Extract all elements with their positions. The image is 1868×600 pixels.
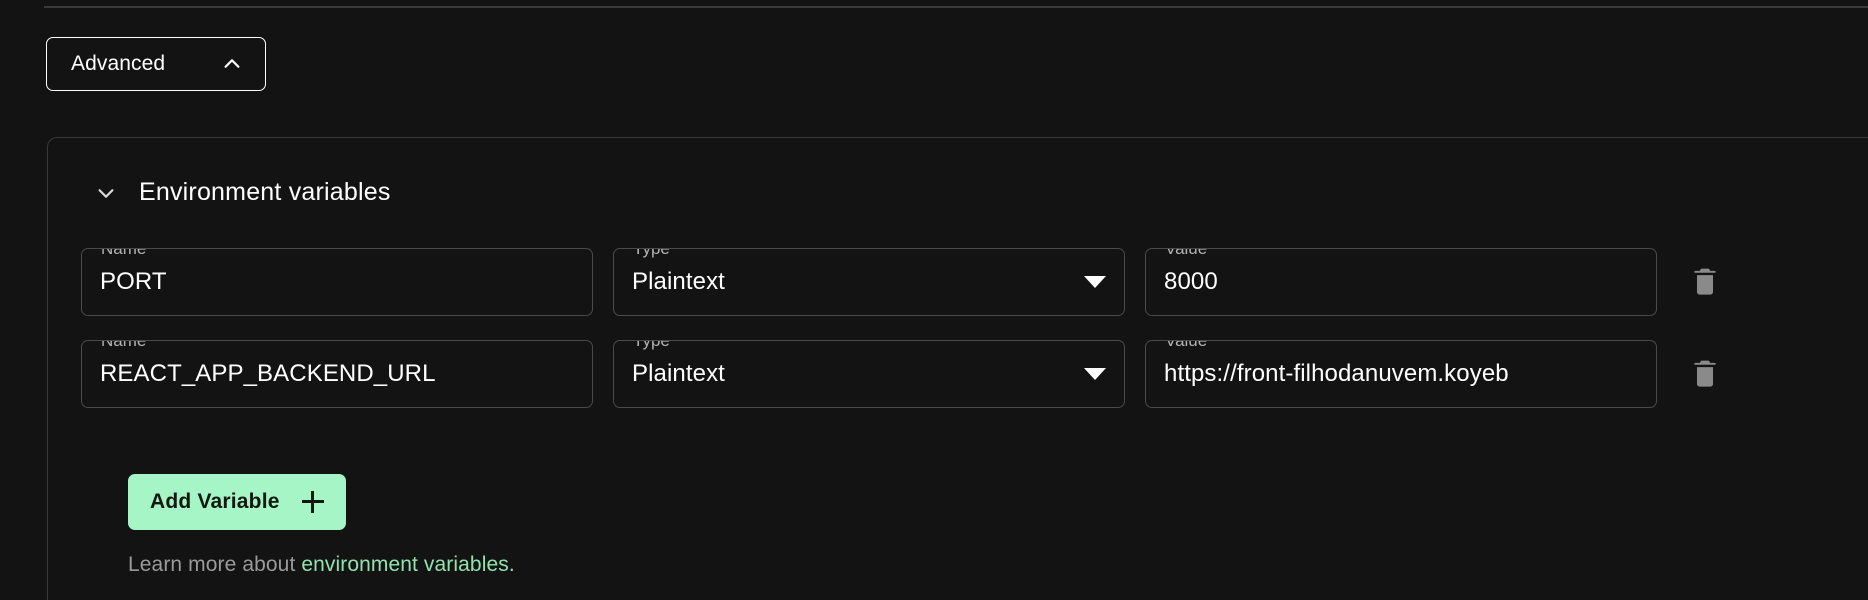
env-name-label-1: Name [95,341,153,350]
add-variable-label: Add Variable [150,490,280,513]
section-title: Environment variables [139,178,391,206]
env-type-label-0: Type [627,249,676,258]
env-type-value-1: Plaintext [632,360,725,387]
env-value-label-0: Value [1159,249,1214,258]
delete-variable-button-0[interactable] [1677,254,1733,310]
learn-more-prefix: Learn more about [128,553,302,576]
environment-variables-rows: Name PORT Type Plaintext Value 8000 Name… [81,236,1868,420]
delete-variable-button-1[interactable] [1677,346,1733,402]
env-value-label-1: Value [1159,341,1214,350]
learn-more-text: Learn more about environment variables. [128,553,515,577]
advanced-toggle-label: Advanced [71,52,166,75]
plus-icon [301,491,324,513]
env-name-input-1[interactable]: Name REACT_APP_BACKEND_URL [81,340,593,408]
environment-variables-card: Environment variables Name PORT Type Pla… [47,137,1868,600]
table-row: Name REACT_APP_BACKEND_URL Type Plaintex… [81,328,1868,420]
env-name-input-0[interactable]: Name PORT [81,248,593,316]
chevron-down-icon[interactable] [1084,368,1106,380]
environment-variables-link[interactable]: environment variables. [301,553,514,576]
table-row: Name PORT Type Plaintext Value 8000 [81,236,1868,328]
env-type-label-1: Type [627,341,676,350]
chevron-up-icon [221,53,243,75]
env-value-value-0: 8000 [1164,268,1218,295]
environment-variables-section-header[interactable]: Environment variables [95,178,391,207]
env-value-value-1: https://front-filhodanuvem.koyeb [1164,360,1509,387]
trash-icon [1694,360,1716,387]
env-type-select-0[interactable]: Type Plaintext [613,248,1125,316]
chevron-down-icon [95,182,117,204]
env-name-value-0: PORT [100,268,167,295]
trash-icon [1694,268,1716,295]
env-type-value-0: Plaintext [632,268,725,295]
env-name-label-0: Name [95,249,153,258]
env-type-select-1[interactable]: Type Plaintext [613,340,1125,408]
chevron-down-icon[interactable] [1084,276,1106,288]
advanced-toggle-button[interactable]: Advanced [46,37,266,91]
top-divider [44,6,1868,8]
add-variable-button[interactable]: Add Variable [128,474,346,530]
env-value-input-1[interactable]: Value https://front-filhodanuvem.koyeb [1145,340,1657,408]
advanced-settings-panel: Advanced Environment variables Name PORT [0,0,1868,600]
env-value-input-0[interactable]: Value 8000 [1145,248,1657,316]
env-name-value-1: REACT_APP_BACKEND_URL [100,360,436,387]
